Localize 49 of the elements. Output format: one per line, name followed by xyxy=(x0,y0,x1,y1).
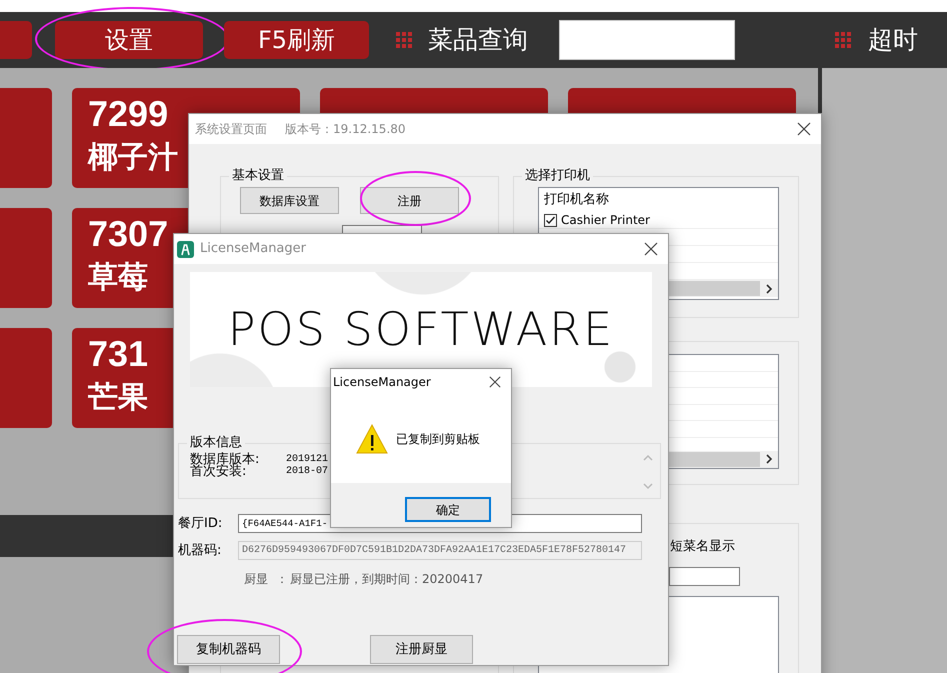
text-field[interactable] xyxy=(669,566,740,586)
chevron-right-icon xyxy=(764,284,774,294)
search-label: 菜品查询 xyxy=(428,24,528,56)
group-legend: 基本设置 xyxy=(229,168,287,184)
dish-name: 芒果 xyxy=(88,379,148,417)
list-header: 打印机名称 xyxy=(543,191,610,210)
version-value: 2019121 xyxy=(286,454,328,466)
version-label: 数据库版本: xyxy=(190,454,260,466)
settings-button[interactable]: 数据库设置 xyxy=(240,187,339,214)
separator-label: ： xyxy=(276,571,288,588)
settings-button[interactable]: 注册 xyxy=(360,187,459,214)
field-label: 机器码: xyxy=(178,542,222,560)
message-text: 已复制到剪贴板 xyxy=(396,431,480,448)
close-icon xyxy=(644,242,658,256)
group-legend: 版本信息 xyxy=(187,435,245,451)
chevron-right-icon xyxy=(764,454,774,464)
group-legend: 选择打印机 xyxy=(522,168,593,184)
kitchen-label: 厨显 xyxy=(244,571,268,588)
dish-number: 7307 xyxy=(88,212,168,256)
warning-icon xyxy=(356,423,388,455)
dish-number: 731 xyxy=(88,332,148,376)
checkbox[interactable] xyxy=(544,214,557,226)
grid-icon xyxy=(396,32,412,48)
close-icon xyxy=(797,122,811,136)
timeout-label: 超时 xyxy=(868,24,918,56)
field-label: 餐厅ID: xyxy=(178,515,224,533)
version-label: 首次安装: xyxy=(190,466,246,478)
search-field[interactable] xyxy=(559,20,735,60)
ok-button[interactable]: 确定 xyxy=(405,497,491,522)
grid-icon xyxy=(835,32,851,48)
close-icon xyxy=(489,376,501,388)
version-value: 2018-07 xyxy=(286,466,328,478)
app-icon xyxy=(177,240,194,258)
kitchen-status: 厨显已注册，到期时间：20200417 xyxy=(290,571,484,588)
toolbar-button[interactable]: 设置 xyxy=(55,21,203,59)
window-title: LicenseManager xyxy=(200,240,306,258)
printer-name: Cashier Printer xyxy=(561,212,650,229)
scroll-arrows-icon xyxy=(642,452,654,492)
window-title: LicenseManager xyxy=(333,374,431,391)
dish-name: 草莓 xyxy=(88,259,148,297)
radio-label: 短菜名显示 xyxy=(670,538,735,556)
license-button[interactable]: 复制机器码 xyxy=(177,635,280,664)
window-title: 系统设置页面 xyxy=(195,121,267,138)
license-button[interactable]: 注册厨显 xyxy=(370,635,473,664)
dish-name: 椰子汁 xyxy=(88,139,178,177)
toolbar-button[interactable]: F5刷新 xyxy=(224,21,369,59)
toolbar-button[interactable] xyxy=(0,21,32,59)
banner-title: POS SOFTWARE xyxy=(228,301,614,358)
dish-number: 7299 xyxy=(88,92,168,136)
